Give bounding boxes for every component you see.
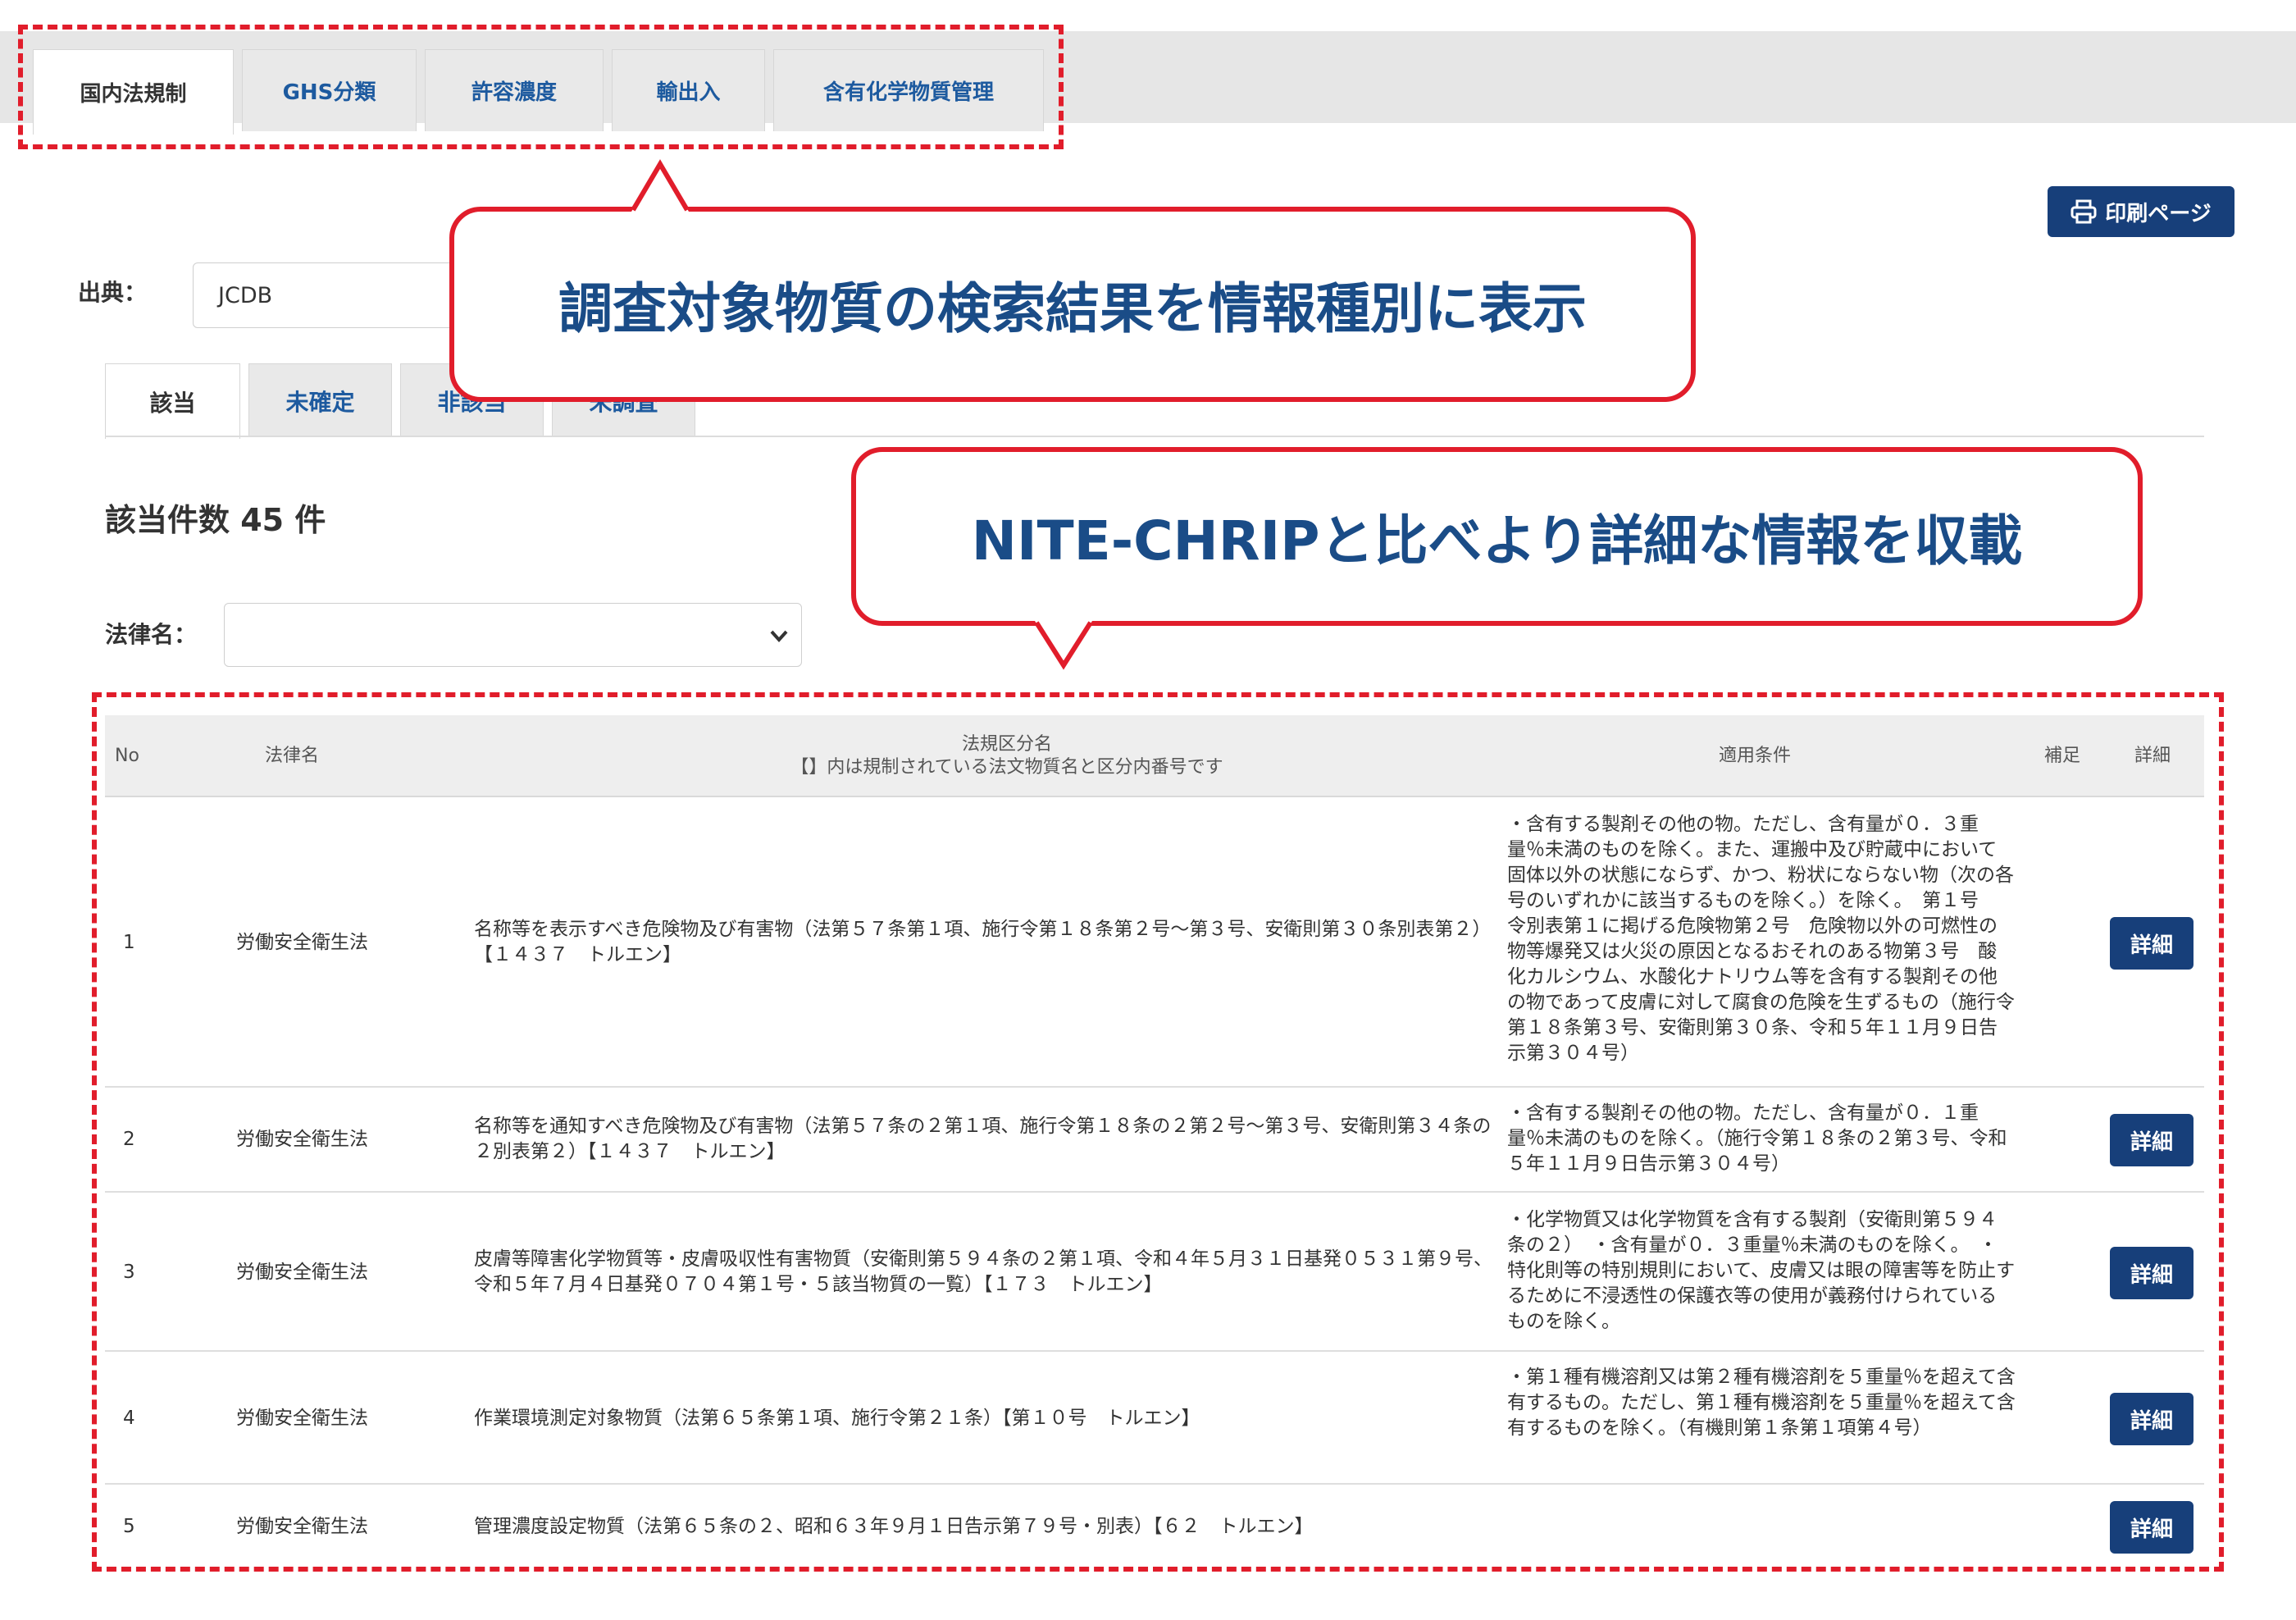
row-law-name: 労働安全衛生法	[236, 932, 368, 953]
chevron-down-icon	[770, 630, 788, 642]
row-no: 5	[123, 1516, 135, 1537]
tab-ghs-classification[interactable]: GHS分類	[242, 49, 417, 131]
row-category: 名称等を通知すべき危険物及び有害物（法第５７条の２第１項、施行令第１８条の２第２…	[474, 1116, 1492, 1162]
row-law-name: 労働安全衛生法	[236, 1516, 368, 1537]
row-law-name: 労働安全衛生法	[236, 1129, 368, 1150]
header-law-name: 法律名	[265, 746, 320, 766]
tab-exposure-limits[interactable]: 許容濃度	[425, 49, 604, 131]
callout-pointer-up	[631, 159, 690, 212]
header-category: 法規区分名 【】内は規制されている法文物質名と区分内番号です	[679, 733, 1335, 779]
row-law-name: 労働安全衛生法	[236, 1262, 368, 1283]
row-no: 1	[123, 932, 135, 953]
tab-unconfirmed[interactable]: 未確定	[248, 363, 392, 437]
table-row: 1 労働安全衛生法 名称等を表示すべき危険物及び有害物（法第５７条第１項、施行令…	[105, 797, 2204, 1088]
row-no: 4	[123, 1408, 135, 1429]
printer-icon	[2070, 199, 2097, 224]
row-detail-button[interactable]: 詳細	[2110, 1247, 2194, 1299]
tab-contained-substance-management[interactable]: 含有化学物質管理	[773, 49, 1044, 131]
header-category-title: 法規区分名	[961, 734, 1052, 755]
row-conditions: ・化学物質又は化学物質を含有する製剤（安衛則第５９４条の２） ・含有量が０．３重…	[1507, 1209, 2016, 1332]
source-label: 出典：	[78, 279, 148, 306]
table-row: 3 労働安全衛生法 皮膚等障害化学物質等・皮膚吸収性有害物質（安衛則第５９４条の…	[105, 1193, 2204, 1352]
callout-more-detail-text: NITE-CHRIPと比べより詳細な情報を収載	[971, 509, 2023, 573]
row-no: 2	[123, 1129, 135, 1150]
tab-applicable[interactable]: 該当	[105, 363, 240, 439]
header-category-note: 【】内は規制されている法文物質名と区分内番号です	[790, 757, 1223, 778]
row-conditions: ・含有する製剤その他の物。ただし、含有量が０．１重量％未満のものを除く。（施行令…	[1507, 1102, 2007, 1175]
result-count: 該当件数 45 件	[105, 502, 326, 538]
table-row: 5 労働安全衛生法 管理濃度設定物質（法第６５条の２、昭和６３年９月１日告示第７…	[105, 1485, 2204, 1568]
row-law-name: 労働安全衛生法	[236, 1408, 368, 1429]
header-supplement: 補足	[2044, 746, 2081, 766]
row-detail-button[interactable]: 詳細	[2110, 1393, 2194, 1445]
row-category: 管理濃度設定物質（法第６５条の２、昭和６３年９月１日告示第７９号・別表）【６２ …	[474, 1516, 1314, 1537]
row-category: 皮膚等障害化学物質等・皮膚吸収性有害物質（安衛則第５９４条の２第１項、令和４年５…	[474, 1248, 1492, 1295]
law-filter-label: 法律名：	[105, 621, 198, 648]
table-header: No 法律名 法規区分名 【】内は規制されている法文物質名と区分内番号です 適用…	[105, 715, 2204, 797]
row-category: 作業環境測定対象物質（法第６５条第１項、施行令第２１条）【第１０号 トルエン】	[474, 1408, 1200, 1429]
callout-display-by-type-text: 調査対象物質の検索結果を情報種別に表示	[558, 277, 1587, 340]
row-detail-button[interactable]: 詳細	[2110, 1501, 2194, 1554]
row-conditions: ・第１種有機溶剤又は第２種有機溶剤を５重量％を超えて含有するもの。ただし、第１種…	[1507, 1367, 2016, 1439]
header-detail: 詳細	[2134, 746, 2171, 766]
row-category: 名称等を表示すべき危険物及び有害物（法第５７条第１項、施行令第１８条第２号〜第３…	[474, 919, 1492, 965]
row-no: 3	[123, 1262, 135, 1283]
table-row: 4 労働安全衛生法 作業環境測定対象物質（法第６５条第１項、施行令第２１条）【第…	[105, 1352, 2204, 1485]
subtab-divider	[105, 436, 2204, 437]
row-detail-button[interactable]: 詳細	[2110, 1114, 2194, 1166]
callout-display-by-type: 調査対象物質の検索結果を情報種別に表示	[449, 207, 1696, 402]
law-filter-select[interactable]	[224, 603, 802, 667]
row-detail-button[interactable]: 詳細	[2110, 917, 2194, 970]
print-page-label: 印刷ページ	[2105, 201, 2212, 226]
table-row: 2 労働安全衛生法 名称等を通知すべき危険物及び有害物（法第５７条の２第１項、施…	[105, 1088, 2204, 1193]
tab-import-export[interactable]: 輸出入	[612, 49, 765, 131]
header-no: No	[115, 746, 139, 766]
tab-domestic-regulations[interactable]: 国内法規制	[33, 49, 234, 135]
print-page-button[interactable]: 印刷ページ	[2048, 186, 2234, 237]
source-value: JCDB	[218, 282, 273, 308]
callout-more-detail: NITE-CHRIPと比べより詳細な情報を収載	[851, 447, 2143, 626]
row-conditions: ・含有する製剤その他の物。ただし、含有量が０．３重量％未満のものを除く。また、運…	[1507, 814, 2015, 1064]
header-conditions: 適用条件	[1719, 746, 1792, 766]
callout-pointer-down	[1034, 621, 1093, 670]
